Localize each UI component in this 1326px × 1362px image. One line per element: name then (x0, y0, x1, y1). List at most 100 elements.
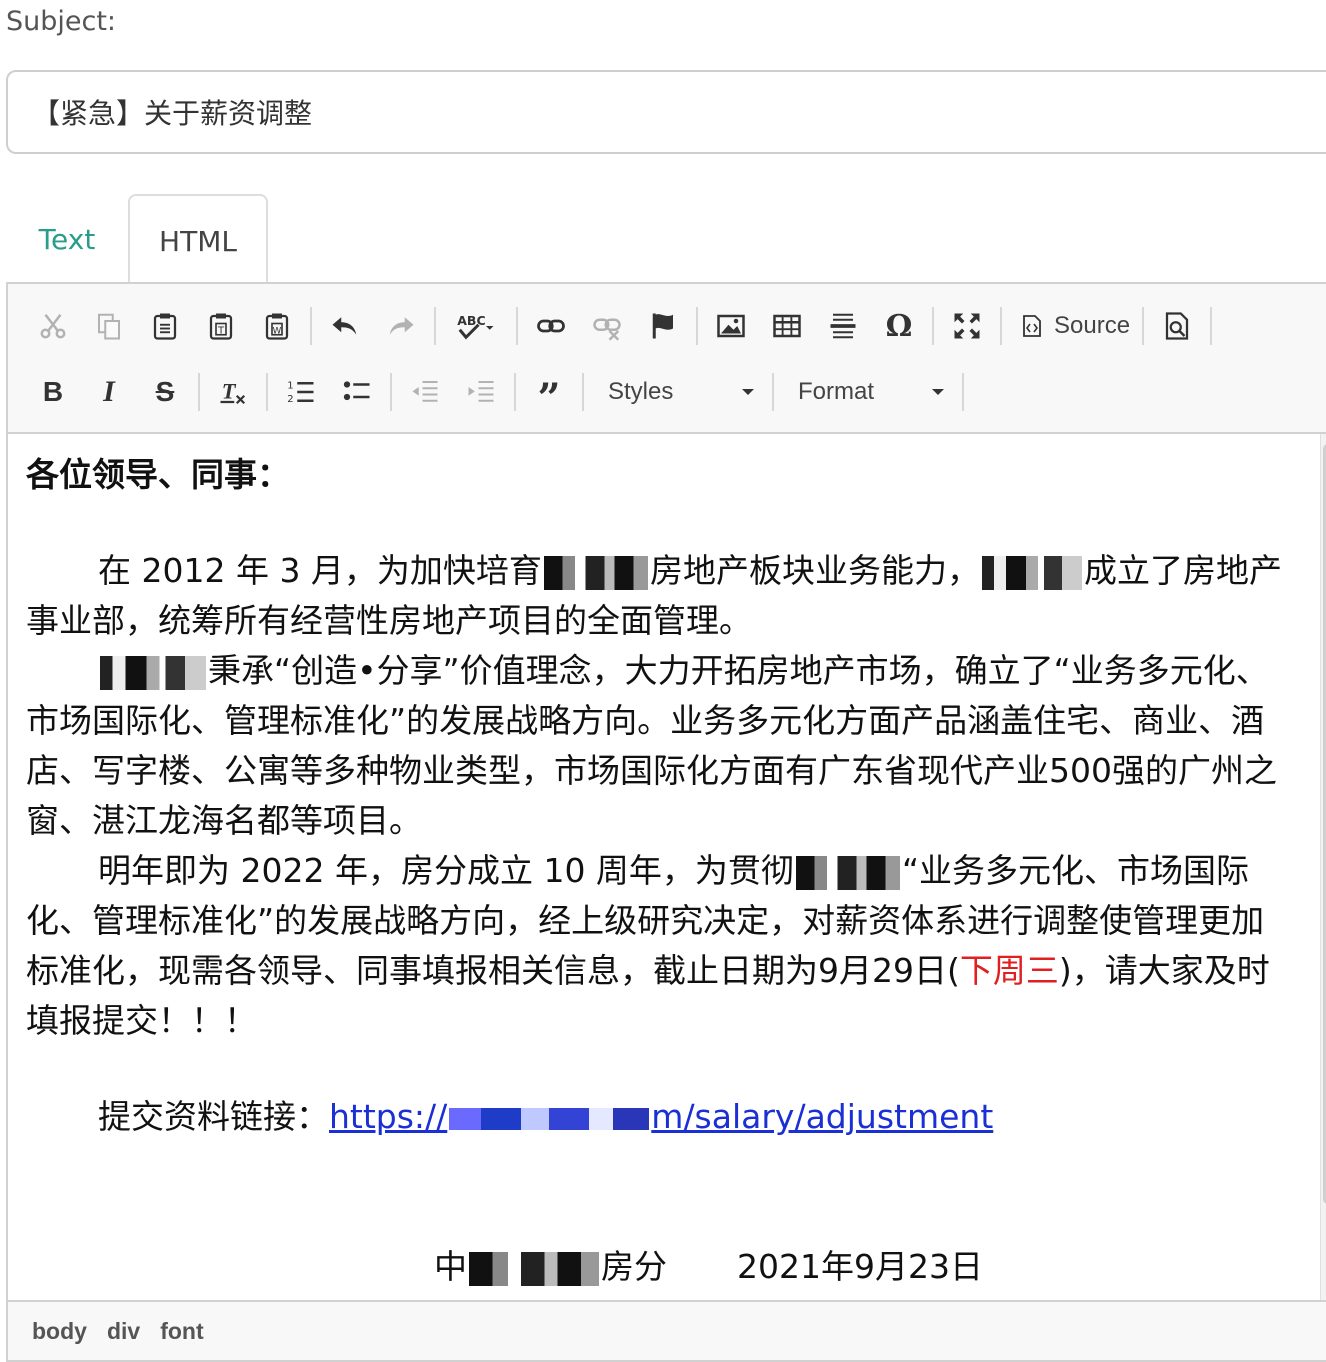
table-button[interactable] (762, 301, 812, 351)
outdent-icon (412, 381, 438, 402)
maximize-icon (954, 313, 980, 339)
styles-dropdown[interactable]: Styles (592, 367, 770, 417)
link-label: 提交资料链接： (98, 1097, 329, 1136)
path-font[interactable]: font (160, 1318, 203, 1345)
redacted-mosaic (795, 855, 900, 890)
toolbar-separator (932, 307, 934, 345)
svg-text:1: 1 (287, 380, 293, 391)
paste-word-icon: W (265, 313, 289, 340)
redacted-mosaic (981, 555, 1082, 590)
anchor-button[interactable] (638, 301, 688, 351)
toolbar-row-1: T W ABC Ω Source (28, 296, 1220, 356)
bold-button[interactable]: B (28, 367, 78, 417)
link-button[interactable] (526, 301, 576, 351)
deadline-highlight: 下周三 (959, 951, 1059, 990)
undo-button[interactable] (320, 301, 370, 351)
toolbar-separator (516, 307, 518, 345)
p3-text-a: 明年即为 2022 年，房分成立 10 周年，为贯彻 (98, 851, 794, 890)
element-path-bar: body div font (8, 1300, 1326, 1360)
indent-button[interactable] (456, 367, 506, 417)
cut-button[interactable] (28, 301, 78, 351)
toolbar-separator (582, 373, 584, 411)
rich-text-editor: T W ABC Ω Source B I S T 1 2 ” Styles Fo… (6, 282, 1326, 1362)
toolbar-separator (390, 373, 392, 411)
bulleted-list-icon (343, 381, 370, 401)
editor-mode-tabs: Text HTML (6, 194, 1326, 286)
spellcheck-button[interactable]: ABC (444, 301, 508, 351)
strike-button[interactable]: S (140, 367, 190, 417)
maximize-button[interactable] (942, 301, 992, 351)
toolbar-separator (198, 373, 200, 411)
tab-text[interactable]: Text (6, 194, 128, 284)
source-icon (1023, 315, 1041, 337)
unlink-button[interactable] (582, 301, 632, 351)
paste-word-button[interactable]: W (252, 301, 302, 351)
toolbar-separator (514, 373, 516, 411)
signature-line: 中 房分 2021年9月23日 (26, 1242, 1294, 1292)
chevron-down-icon (932, 389, 944, 395)
subject-label: Subject: (6, 6, 117, 37)
horizontal-rule-button[interactable] (818, 301, 868, 351)
subject-input[interactable] (6, 70, 1326, 154)
svg-text:2: 2 (287, 394, 293, 405)
sign-date: 2021年9月23日 (737, 1247, 983, 1286)
source-button[interactable]: Source (1010, 301, 1140, 351)
toolbar-separator (772, 373, 774, 411)
copy-button[interactable] (84, 301, 134, 351)
image-icon (717, 314, 745, 338)
toolbar-separator (696, 307, 698, 345)
outdent-button[interactable] (400, 367, 450, 417)
redacted-mosaic (469, 1251, 599, 1286)
format-label: Format (798, 378, 875, 405)
format-dropdown[interactable]: Format (782, 367, 960, 417)
italic-icon: I (103, 375, 115, 408)
svg-text:W: W (273, 327, 282, 337)
cut-icon (40, 313, 66, 339)
svg-text:T: T (222, 378, 237, 403)
preview-button[interactable] (1152, 301, 1202, 351)
sign-text-a: 中 (434, 1247, 467, 1286)
source-label: Source (1054, 312, 1131, 339)
toolbar-separator (1210, 307, 1213, 345)
path-body[interactable]: body (32, 1318, 87, 1345)
blockquote-icon: ” (537, 375, 561, 422)
paragraph-3: 明年即为 2022 年，房分成立 10 周年，为贯彻 “业务多元化、市场国际化、管… (26, 846, 1294, 1046)
tab-html[interactable]: HTML (128, 194, 268, 286)
toolbar-separator (434, 307, 436, 345)
copy-icon (98, 313, 120, 340)
paste-text-icon: T (209, 313, 233, 340)
editor-toolbar: T W ABC Ω Source B I S T 1 2 ” Styles Fo… (8, 284, 1326, 434)
image-button[interactable] (706, 301, 756, 351)
italic-button[interactable]: I (84, 367, 134, 417)
redo-icon (389, 317, 414, 335)
toolbar-separator (310, 307, 312, 345)
blockquote-button[interactable]: ” (524, 367, 574, 422)
editor-content[interactable]: 各位领导、同事： 在 2012 年 3 月，为加快培育 房地产板块业务能力， 成立了… (8, 434, 1310, 1300)
paste-button[interactable] (140, 301, 190, 351)
svg-text:T: T (217, 326, 225, 337)
remove-format-button[interactable]: T (208, 367, 258, 417)
content-scrollbar[interactable] (1320, 434, 1326, 1300)
unlink-icon (593, 318, 621, 341)
spellcheck-icon: ABC (457, 313, 494, 340)
numbered-list-button[interactable]: 12 (276, 367, 326, 417)
horizontal-rule-icon (830, 313, 856, 339)
p1-text-a: 在 2012 年 3 月，为加快培育 (98, 551, 542, 590)
path-div[interactable]: div (107, 1318, 140, 1345)
link-paragraph: 提交资料链接：https:// m/salary/adjustment (26, 1092, 1294, 1142)
strike-icon: S (155, 376, 175, 407)
bulleted-list-button[interactable] (332, 367, 382, 417)
undo-icon (332, 317, 357, 335)
svg-text:ABC: ABC (457, 313, 485, 328)
styles-label: Styles (608, 378, 674, 405)
paste-text-button[interactable]: T (196, 301, 246, 351)
redo-button[interactable] (376, 301, 426, 351)
link-text-a: https:// (329, 1097, 448, 1136)
submission-link[interactable]: https:// m/salary/adjustment (329, 1097, 993, 1136)
toolbar-separator (1142, 307, 1145, 345)
toolbar-separator (1000, 307, 1002, 345)
special-char-button[interactable]: Ω (874, 301, 924, 351)
indent-icon (468, 381, 494, 402)
